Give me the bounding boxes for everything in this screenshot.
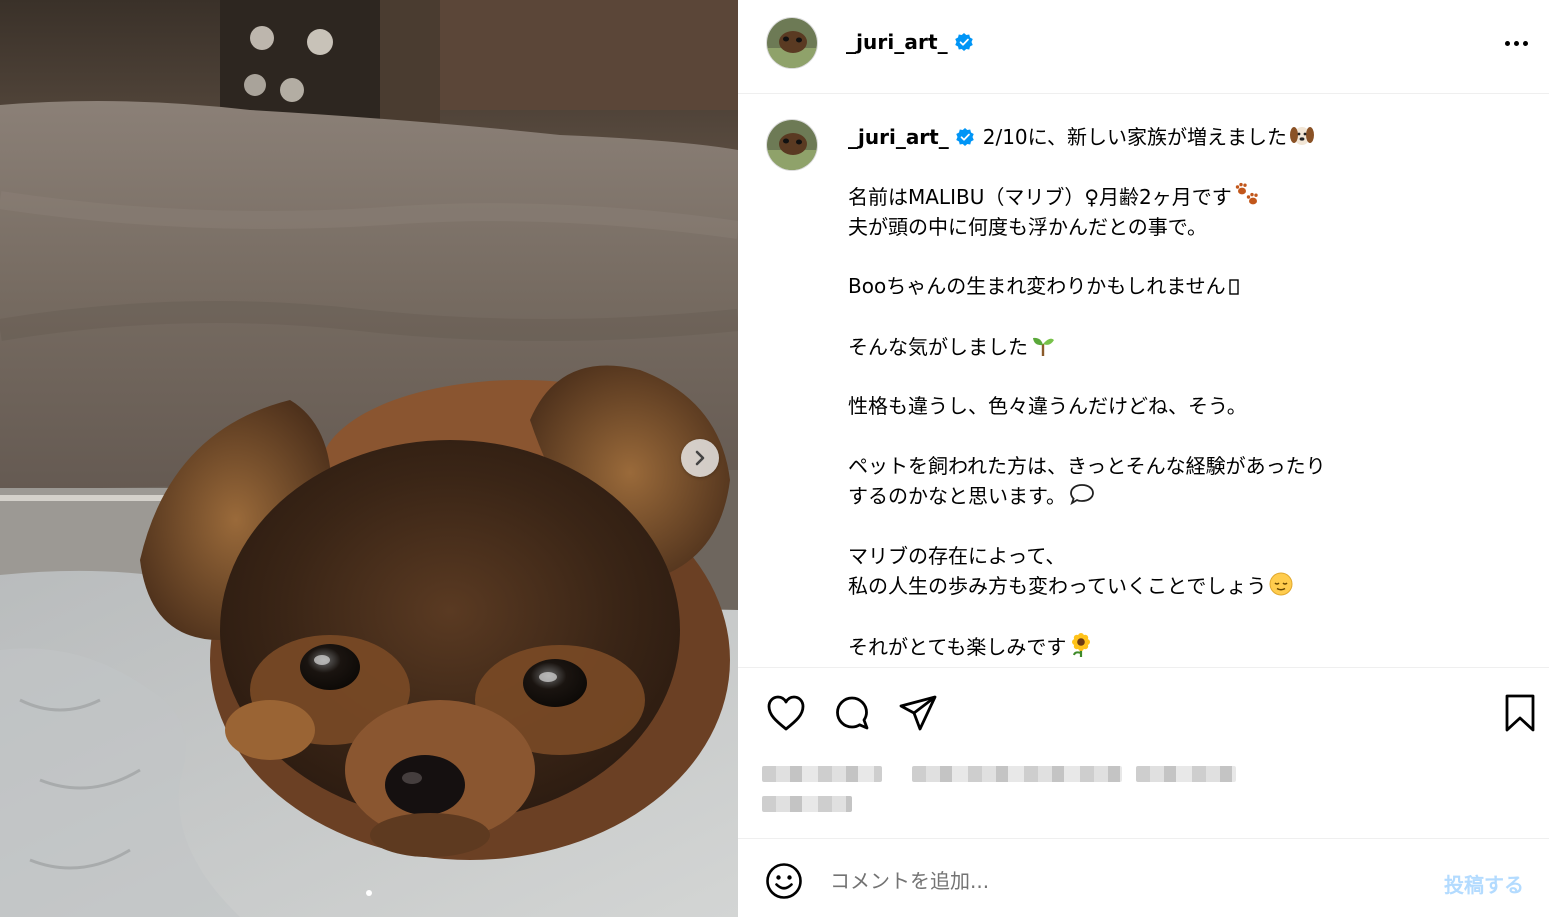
post-comment-button[interactable]: 投稿する bbox=[1444, 869, 1524, 898]
likes-count-redacted bbox=[762, 766, 882, 782]
post-date-redacted bbox=[762, 796, 852, 812]
more-icon bbox=[1504, 40, 1510, 46]
post-header: _juri_art_ bbox=[738, 0, 1549, 94]
caption-line: Booちゃんの生まれ変わりかもしれません bbox=[848, 272, 1528, 302]
caption-line: そんな気がしました bbox=[848, 332, 1528, 363]
share-button[interactable] bbox=[896, 691, 940, 735]
carousel-indicator bbox=[0, 890, 738, 896]
post-photo bbox=[0, 0, 738, 917]
verified-badge-icon bbox=[954, 33, 973, 51]
caption-line: するのかなと思います。 bbox=[848, 481, 1528, 512]
share-icon bbox=[899, 695, 937, 731]
paw-prints-emoji-icon bbox=[1235, 183, 1258, 205]
dog-face-emoji-icon bbox=[1290, 127, 1315, 145]
comment-input[interactable] bbox=[830, 865, 1410, 897]
caption-line: 名前はMALIBU（マリブ）♀月齢2ヶ月です bbox=[848, 182, 1528, 213]
post-media[interactable] bbox=[0, 0, 738, 917]
add-comment-bar: 投稿する bbox=[738, 838, 1549, 917]
chevron-right-icon bbox=[695, 450, 705, 466]
comment-button[interactable] bbox=[830, 691, 874, 735]
sunflower-emoji-icon bbox=[1072, 632, 1091, 657]
heart-icon bbox=[767, 695, 805, 731]
caption-line: それがとても楽しみです bbox=[848, 632, 1528, 663]
caption-username[interactable]: _juri_art_ bbox=[848, 125, 949, 149]
more-options-button[interactable] bbox=[1500, 32, 1532, 54]
post-actions bbox=[738, 667, 1549, 839]
carousel-next-button[interactable] bbox=[681, 439, 719, 477]
likes-count-redacted bbox=[1136, 766, 1236, 782]
avatar[interactable] bbox=[766, 17, 818, 69]
caption-area: _juri_art_ 2/10に、新しい家族が増えました 名前はMALIBU（マリ… bbox=[738, 95, 1549, 667]
emoji-picker-button[interactable] bbox=[764, 861, 804, 901]
post-author[interactable]: _juri_art_ bbox=[846, 30, 974, 54]
post-panel: _juri_art_ _juri_art_ 2/10に、新しい家族が増えました 名… bbox=[738, 0, 1549, 917]
carousel-dot-active bbox=[366, 890, 372, 896]
verified-badge-icon bbox=[955, 128, 974, 146]
speech-balloon-emoji-icon bbox=[1070, 484, 1094, 506]
like-button[interactable] bbox=[764, 691, 808, 735]
caption-avatar[interactable] bbox=[766, 119, 818, 171]
caption-line: 私の人生の歩み方も変わっていくことでしょう bbox=[848, 571, 1528, 602]
comment-icon bbox=[836, 696, 869, 730]
emoji-icon bbox=[766, 863, 802, 899]
save-button[interactable] bbox=[1498, 691, 1542, 735]
caption-text: _juri_art_ 2/10に、新しい家族が増えました 名前はMALIBU（マリ… bbox=[848, 122, 1528, 663]
relieved-face-emoji-icon bbox=[1269, 572, 1293, 596]
likes-count-redacted bbox=[912, 766, 1122, 782]
bookmark-icon bbox=[1505, 694, 1535, 732]
username-label[interactable]: _juri_art_ bbox=[846, 30, 948, 54]
seedling-emoji-icon bbox=[1033, 337, 1054, 356]
missing-glyph-icon bbox=[1228, 279, 1239, 296]
caption-line: _juri_art_ 2/10に、新しい家族が増えました bbox=[848, 122, 1528, 153]
